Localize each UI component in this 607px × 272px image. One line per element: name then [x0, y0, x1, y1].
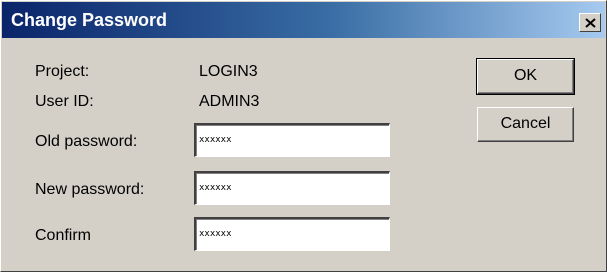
project-label: Project:: [35, 63, 90, 80]
user-id-value: ADMIN3: [199, 93, 260, 110]
close-button[interactable]: [579, 13, 601, 32]
project-value: LOGIN3: [199, 63, 258, 80]
window-title: Change Password: [11, 10, 168, 30]
confirm-label: Confirm: [35, 227, 92, 244]
confirm-box: [194, 217, 390, 251]
user-id-label: User ID:: [35, 93, 94, 110]
confirm-field[interactable]: [199, 221, 385, 247]
change-password-dialog: Change Password Project: LOGIN3 User ID:…: [0, 0, 607, 272]
old-password-field[interactable]: [199, 127, 385, 153]
new-password-box: [194, 171, 390, 205]
old-password-box: [194, 123, 390, 157]
new-password-field[interactable]: [199, 175, 385, 201]
new-password-label: New password:: [35, 181, 145, 198]
old-password-label: Old password:: [35, 133, 138, 150]
title-bar: Change Password: [2, 2, 605, 38]
close-icon: [585, 18, 596, 28]
ok-button[interactable]: OK: [476, 58, 575, 95]
cancel-button[interactable]: Cancel: [477, 107, 574, 142]
